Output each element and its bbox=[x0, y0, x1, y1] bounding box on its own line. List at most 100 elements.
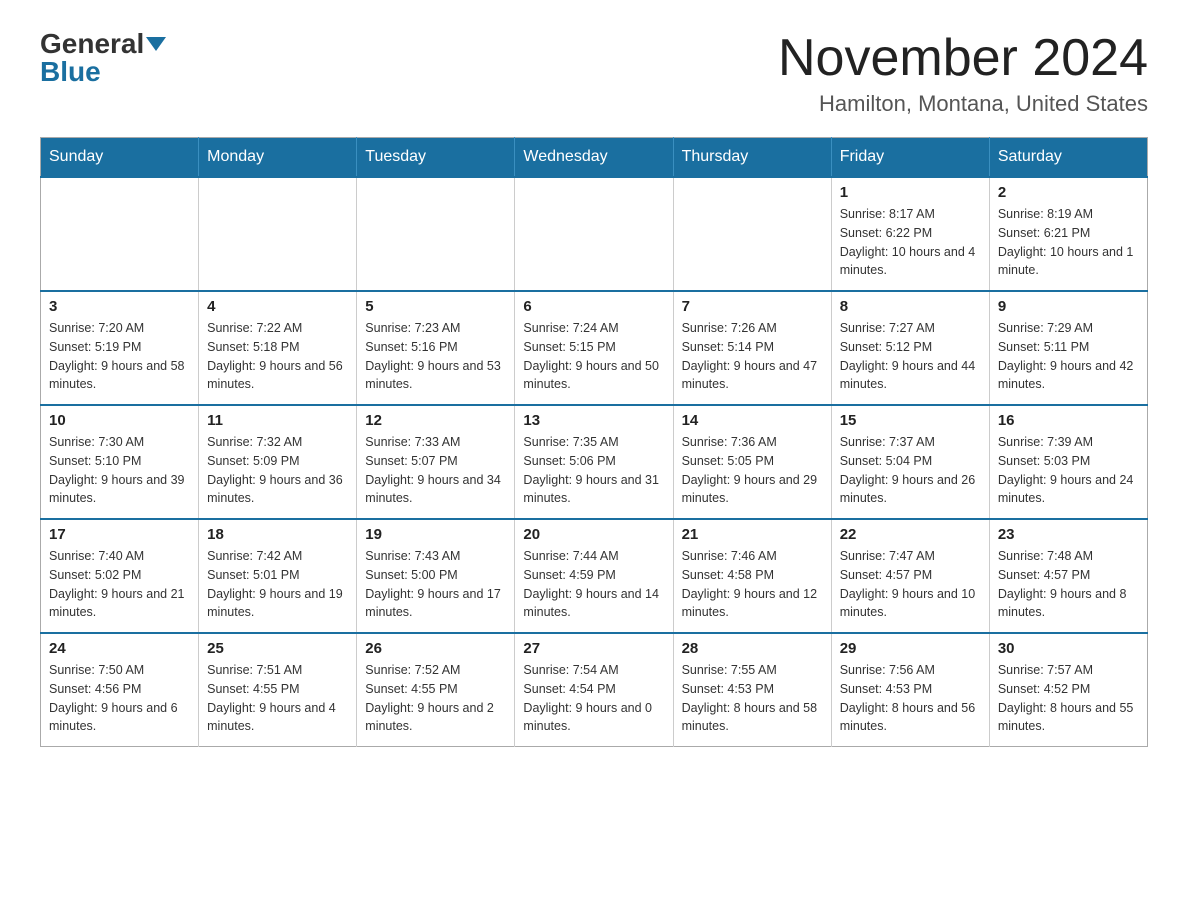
logo-general: General bbox=[40, 30, 144, 58]
calendar-cell: 8 Sunrise: 7:27 AMSunset: 5:12 PMDaylight… bbox=[831, 291, 989, 405]
calendar-cell: 16 Sunrise: 7:39 AMSunset: 5:03 PMDayligh… bbox=[989, 405, 1147, 519]
calendar-week-row: 24Sunrise: 7:50 AMSunset: 4:56 PMDayligh… bbox=[41, 633, 1148, 747]
day-info: Sunrise: 7:55 AMSunset: 4:53 PMDaylight:… bbox=[682, 661, 823, 736]
calendar-cell: 4 Sunrise: 7:22 AMSunset: 5:18 PMDaylight… bbox=[199, 291, 357, 405]
day-info: Sunrise: 7:23 AMSunset: 5:16 PMDaylight:… bbox=[365, 319, 506, 394]
day-number: 21 bbox=[682, 526, 823, 543]
calendar-cell: 2 Sunrise: 8:19 AMSunset: 6:21 PMDaylight… bbox=[989, 177, 1147, 291]
day-info: Sunrise: 7:40 AMSunset: 5:02 PMDaylight:… bbox=[49, 547, 190, 622]
day-number: 16 bbox=[998, 412, 1139, 429]
calendar-cell: 10Sunrise: 7:30 AMSunset: 5:10 PMDayligh… bbox=[41, 405, 199, 519]
day-info: Sunrise: 7:39 AMSunset: 5:03 PMDaylight:… bbox=[998, 433, 1139, 508]
day-number: 30 bbox=[998, 640, 1139, 657]
calendar-table: SundayMondayTuesdayWednesdayThursdayFrid… bbox=[40, 137, 1148, 747]
calendar-cell bbox=[199, 177, 357, 291]
calendar-cell: 24Sunrise: 7:50 AMSunset: 4:56 PMDayligh… bbox=[41, 633, 199, 747]
day-number: 6 bbox=[523, 298, 664, 315]
weekday-header-thursday: Thursday bbox=[673, 138, 831, 178]
calendar-cell: 19Sunrise: 7:43 AMSunset: 5:00 PMDayligh… bbox=[357, 519, 515, 633]
weekday-header-saturday: Saturday bbox=[989, 138, 1147, 178]
calendar-cell: 12 Sunrise: 7:33 AMSunset: 5:07 PMDayligh… bbox=[357, 405, 515, 519]
calendar-cell: 25 Sunrise: 7:51 AMSunset: 4:55 PMDayligh… bbox=[199, 633, 357, 747]
calendar-cell: 30 Sunrise: 7:57 AMSunset: 4:52 PMDayligh… bbox=[989, 633, 1147, 747]
calendar-body: 1 Sunrise: 8:17 AMSunset: 6:22 PMDaylight… bbox=[41, 177, 1148, 747]
calendar-cell: 14Sunrise: 7:36 AMSunset: 5:05 PMDayligh… bbox=[673, 405, 831, 519]
day-info: Sunrise: 7:54 AMSunset: 4:54 PMDaylight:… bbox=[523, 661, 664, 736]
day-number: 20 bbox=[523, 526, 664, 543]
calendar-cell: 23Sunrise: 7:48 AMSunset: 4:57 PMDayligh… bbox=[989, 519, 1147, 633]
day-info: Sunrise: 7:24 AMSunset: 5:15 PMDaylight:… bbox=[523, 319, 664, 394]
calendar-header: SundayMondayTuesdayWednesdayThursdayFrid… bbox=[41, 138, 1148, 178]
calendar-cell: 22 Sunrise: 7:47 AMSunset: 4:57 PMDayligh… bbox=[831, 519, 989, 633]
day-info: Sunrise: 8:19 AMSunset: 6:21 PMDaylight:… bbox=[998, 205, 1139, 280]
calendar-week-row: 3Sunrise: 7:20 AMSunset: 5:19 PMDaylight… bbox=[41, 291, 1148, 405]
day-info: Sunrise: 7:52 AMSunset: 4:55 PMDaylight:… bbox=[365, 661, 506, 736]
day-number: 1 bbox=[840, 184, 981, 201]
day-info: Sunrise: 7:57 AMSunset: 4:52 PMDaylight:… bbox=[998, 661, 1139, 736]
day-number: 10 bbox=[49, 412, 190, 429]
day-info: Sunrise: 7:27 AMSunset: 5:12 PMDaylight:… bbox=[840, 319, 981, 394]
day-number: 2 bbox=[998, 184, 1139, 201]
weekday-header-tuesday: Tuesday bbox=[357, 138, 515, 178]
calendar-cell: 13 Sunrise: 7:35 AMSunset: 5:06 PMDayligh… bbox=[515, 405, 673, 519]
calendar-cell: 29 Sunrise: 7:56 AMSunset: 4:53 PMDayligh… bbox=[831, 633, 989, 747]
day-info: Sunrise: 7:36 AMSunset: 5:05 PMDaylight:… bbox=[682, 433, 823, 508]
location-title: Hamilton, Montana, United States bbox=[778, 91, 1148, 117]
day-number: 29 bbox=[840, 640, 981, 657]
calendar-cell: 17 Sunrise: 7:40 AMSunset: 5:02 PMDayligh… bbox=[41, 519, 199, 633]
day-info: Sunrise: 7:29 AMSunset: 5:11 PMDaylight:… bbox=[998, 319, 1139, 394]
day-number: 13 bbox=[523, 412, 664, 429]
page-header: General Blue November 2024 Hamilton, Mon… bbox=[40, 30, 1148, 117]
day-number: 12 bbox=[365, 412, 506, 429]
day-info: Sunrise: 7:22 AMSunset: 5:18 PMDaylight:… bbox=[207, 319, 348, 394]
day-number: 7 bbox=[682, 298, 823, 315]
calendar-cell: 28 Sunrise: 7:55 AMSunset: 4:53 PMDayligh… bbox=[673, 633, 831, 747]
calendar-cell: 27 Sunrise: 7:54 AMSunset: 4:54 PMDayligh… bbox=[515, 633, 673, 747]
calendar-cell: 11Sunrise: 7:32 AMSunset: 5:09 PMDayligh… bbox=[199, 405, 357, 519]
day-info: Sunrise: 7:42 AMSunset: 5:01 PMDaylight:… bbox=[207, 547, 348, 622]
day-info: Sunrise: 7:20 AMSunset: 5:19 PMDaylight:… bbox=[49, 319, 190, 394]
day-number: 28 bbox=[682, 640, 823, 657]
day-number: 11 bbox=[207, 412, 348, 429]
day-info: Sunrise: 7:46 AMSunset: 4:58 PMDaylight:… bbox=[682, 547, 823, 622]
day-info: Sunrise: 7:56 AMSunset: 4:53 PMDaylight:… bbox=[840, 661, 981, 736]
weekday-header-row: SundayMondayTuesdayWednesdayThursdayFrid… bbox=[41, 138, 1148, 178]
day-number: 27 bbox=[523, 640, 664, 657]
logo-blue: Blue bbox=[40, 58, 101, 86]
day-number: 18 bbox=[207, 526, 348, 543]
day-number: 25 bbox=[207, 640, 348, 657]
calendar-cell: 20 Sunrise: 7:44 AMSunset: 4:59 PMDayligh… bbox=[515, 519, 673, 633]
calendar-cell bbox=[357, 177, 515, 291]
day-number: 17 bbox=[49, 526, 190, 543]
day-number: 19 bbox=[365, 526, 506, 543]
day-number: 8 bbox=[840, 298, 981, 315]
weekday-header-friday: Friday bbox=[831, 138, 989, 178]
calendar-week-row: 10Sunrise: 7:30 AMSunset: 5:10 PMDayligh… bbox=[41, 405, 1148, 519]
logo: General Blue bbox=[40, 30, 166, 86]
calendar-cell: 18 Sunrise: 7:42 AMSunset: 5:01 PMDayligh… bbox=[199, 519, 357, 633]
day-number: 4 bbox=[207, 298, 348, 315]
day-info: Sunrise: 7:51 AMSunset: 4:55 PMDaylight:… bbox=[207, 661, 348, 736]
calendar-week-row: 17 Sunrise: 7:40 AMSunset: 5:02 PMDayligh… bbox=[41, 519, 1148, 633]
day-info: Sunrise: 7:47 AMSunset: 4:57 PMDaylight:… bbox=[840, 547, 981, 622]
calendar-cell: 9 Sunrise: 7:29 AMSunset: 5:11 PMDaylight… bbox=[989, 291, 1147, 405]
day-number: 5 bbox=[365, 298, 506, 315]
day-number: 24 bbox=[49, 640, 190, 657]
calendar-week-row: 1 Sunrise: 8:17 AMSunset: 6:22 PMDaylight… bbox=[41, 177, 1148, 291]
day-number: 9 bbox=[998, 298, 1139, 315]
calendar-cell: 5 Sunrise: 7:23 AMSunset: 5:16 PMDaylight… bbox=[357, 291, 515, 405]
day-info: Sunrise: 8:17 AMSunset: 6:22 PMDaylight:… bbox=[840, 205, 981, 280]
day-info: Sunrise: 7:35 AMSunset: 5:06 PMDaylight:… bbox=[523, 433, 664, 508]
calendar-cell: 21 Sunrise: 7:46 AMSunset: 4:58 PMDayligh… bbox=[673, 519, 831, 633]
day-info: Sunrise: 7:33 AMSunset: 5:07 PMDaylight:… bbox=[365, 433, 506, 508]
day-info: Sunrise: 7:44 AMSunset: 4:59 PMDaylight:… bbox=[523, 547, 664, 622]
day-number: 23 bbox=[998, 526, 1139, 543]
calendar-cell: 7Sunrise: 7:26 AMSunset: 5:14 PMDaylight… bbox=[673, 291, 831, 405]
calendar-cell: 6 Sunrise: 7:24 AMSunset: 5:15 PMDaylight… bbox=[515, 291, 673, 405]
calendar-cell bbox=[515, 177, 673, 291]
logo-arrow-icon bbox=[146, 37, 166, 51]
calendar-cell: 1 Sunrise: 8:17 AMSunset: 6:22 PMDaylight… bbox=[831, 177, 989, 291]
day-info: Sunrise: 7:37 AMSunset: 5:04 PMDaylight:… bbox=[840, 433, 981, 508]
month-title: November 2024 bbox=[778, 30, 1148, 87]
day-number: 22 bbox=[840, 526, 981, 543]
